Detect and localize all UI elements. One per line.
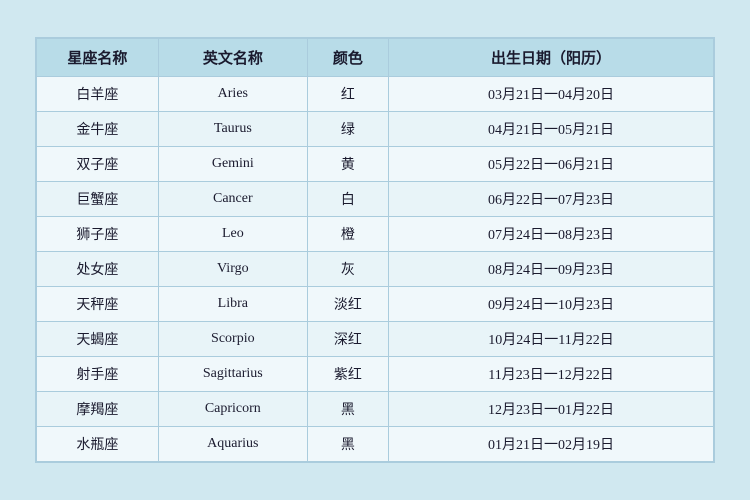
zodiac-table: 星座名称 英文名称 颜色 出生日期（阳历） 白羊座Aries红03月21日一04… [36, 38, 714, 462]
cell-chinese: 巨蟹座 [37, 182, 159, 217]
table-row: 摩羯座Capricorn黑12月23日一01月22日 [37, 392, 714, 427]
cell-english: Virgo [158, 252, 307, 287]
cell-chinese: 双子座 [37, 147, 159, 182]
cell-english: Taurus [158, 112, 307, 147]
cell-date: 04月21日一05月21日 [389, 112, 714, 147]
cell-date: 03月21日一04月20日 [389, 77, 714, 112]
table-row: 天秤座Libra淡红09月24日一10月23日 [37, 287, 714, 322]
cell-color: 绿 [307, 112, 388, 147]
cell-date: 06月22日一07月23日 [389, 182, 714, 217]
cell-date: 01月21日一02月19日 [389, 427, 714, 462]
table-row: 巨蟹座Cancer白06月22日一07月23日 [37, 182, 714, 217]
header-color: 颜色 [307, 39, 388, 77]
table-row: 水瓶座Aquarius黑01月21日一02月19日 [37, 427, 714, 462]
cell-color: 淡红 [307, 287, 388, 322]
cell-chinese: 金牛座 [37, 112, 159, 147]
cell-chinese: 摩羯座 [37, 392, 159, 427]
table-row: 狮子座Leo橙07月24日一08月23日 [37, 217, 714, 252]
cell-chinese: 狮子座 [37, 217, 159, 252]
cell-chinese: 处女座 [37, 252, 159, 287]
zodiac-table-container: 星座名称 英文名称 颜色 出生日期（阳历） 白羊座Aries红03月21日一04… [35, 37, 715, 463]
cell-date: 11月23日一12月22日 [389, 357, 714, 392]
table-row: 金牛座Taurus绿04月21日一05月21日 [37, 112, 714, 147]
cell-color: 黄 [307, 147, 388, 182]
cell-date: 07月24日一08月23日 [389, 217, 714, 252]
cell-color: 红 [307, 77, 388, 112]
cell-date: 08月24日一09月23日 [389, 252, 714, 287]
cell-date: 09月24日一10月23日 [389, 287, 714, 322]
cell-color: 灰 [307, 252, 388, 287]
cell-chinese: 水瓶座 [37, 427, 159, 462]
header-chinese: 星座名称 [37, 39, 159, 77]
cell-chinese: 天秤座 [37, 287, 159, 322]
table-row: 处女座Virgo灰08月24日一09月23日 [37, 252, 714, 287]
cell-english: Gemini [158, 147, 307, 182]
cell-english: Aries [158, 77, 307, 112]
header-english: 英文名称 [158, 39, 307, 77]
cell-color: 橙 [307, 217, 388, 252]
cell-english: Leo [158, 217, 307, 252]
cell-chinese: 天蝎座 [37, 322, 159, 357]
cell-english: Cancer [158, 182, 307, 217]
cell-chinese: 白羊座 [37, 77, 159, 112]
cell-color: 深红 [307, 322, 388, 357]
cell-date: 05月22日一06月21日 [389, 147, 714, 182]
table-row: 射手座Sagittarius紫红11月23日一12月22日 [37, 357, 714, 392]
header-date: 出生日期（阳历） [389, 39, 714, 77]
table-row: 天蝎座Scorpio深红10月24日一11月22日 [37, 322, 714, 357]
cell-english: Capricorn [158, 392, 307, 427]
table-row: 双子座Gemini黄05月22日一06月21日 [37, 147, 714, 182]
cell-english: Libra [158, 287, 307, 322]
cell-color: 黑 [307, 427, 388, 462]
table-header-row: 星座名称 英文名称 颜色 出生日期（阳历） [37, 39, 714, 77]
cell-english: Aquarius [158, 427, 307, 462]
cell-color: 紫红 [307, 357, 388, 392]
cell-color: 白 [307, 182, 388, 217]
cell-english: Scorpio [158, 322, 307, 357]
cell-color: 黑 [307, 392, 388, 427]
table-body: 白羊座Aries红03月21日一04月20日金牛座Taurus绿04月21日一0… [37, 77, 714, 462]
table-row: 白羊座Aries红03月21日一04月20日 [37, 77, 714, 112]
cell-date: 10月24日一11月22日 [389, 322, 714, 357]
cell-chinese: 射手座 [37, 357, 159, 392]
cell-date: 12月23日一01月22日 [389, 392, 714, 427]
cell-english: Sagittarius [158, 357, 307, 392]
